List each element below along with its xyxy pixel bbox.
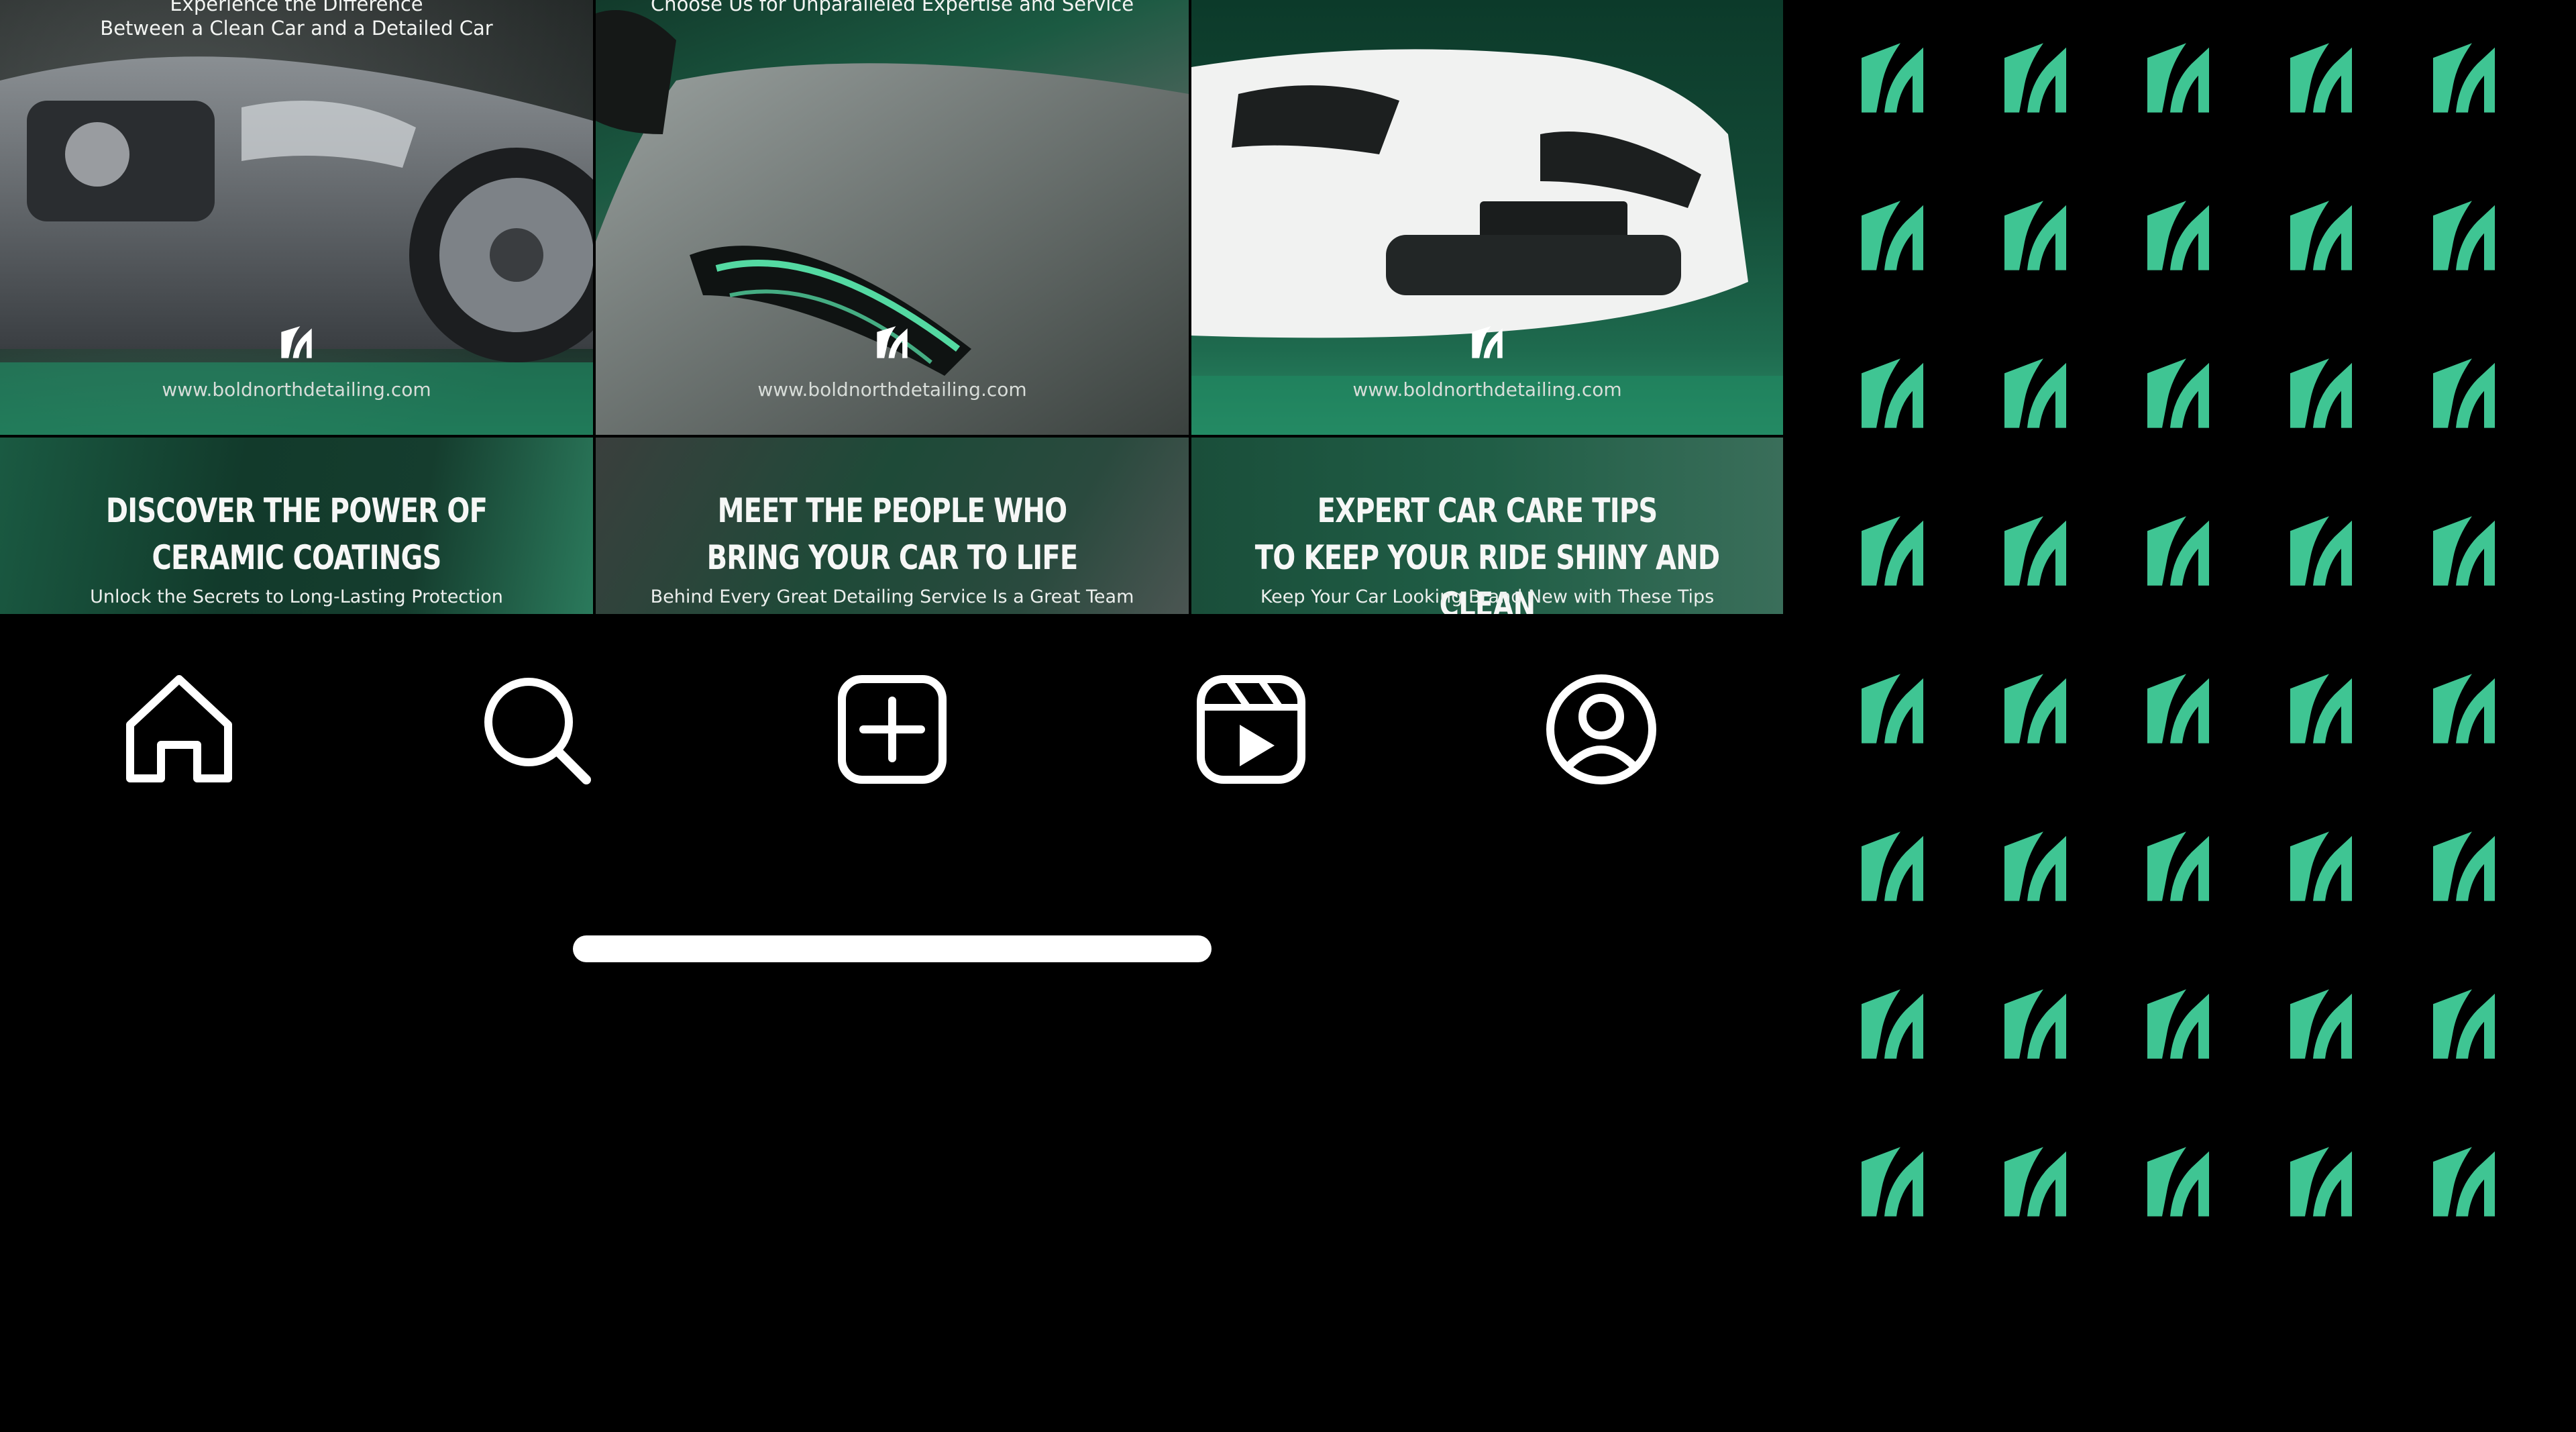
- bold-north-logo-icon: [2147, 1147, 2209, 1217]
- bold-north-logo-icon: [1472, 326, 1503, 358]
- bold-north-logo-icon: [2433, 516, 2495, 586]
- post-tile-4[interactable]: DISCOVER THE POWER OF CERAMIC COATINGS U…: [0, 438, 593, 614]
- bold-north-logo-icon: [2433, 43, 2495, 113]
- post-tile-2[interactable]: Choose Us for Unparalleled Expertise and…: [596, 0, 1189, 435]
- bold-north-logo-icon: [2290, 674, 2352, 744]
- bold-north-logo-icon: [1862, 358, 1923, 428]
- instagram-profile-screen: Experience the Difference Between a Clea…: [0, 0, 1783, 1432]
- bold-north-logo-icon: [1862, 201, 1923, 270]
- post-title-line1: MEET THE PEOPLE WHO: [717, 491, 1068, 530]
- brand-logo-pattern: [1783, 0, 2576, 1432]
- car-image: [596, 10, 1189, 435]
- bold-north-logo-icon: [1862, 674, 1923, 744]
- post-subtitle: Keep Your Car Looking Brand New with The…: [1260, 586, 1715, 607]
- bold-north-logo-icon: [2147, 516, 2209, 586]
- bold-north-logo-icon: [281, 326, 312, 358]
- bold-north-logo-icon: [2433, 831, 2495, 901]
- post-tile-5[interactable]: MEET THE PEOPLE WHO BRING YOUR CAR TO LI…: [596, 438, 1189, 614]
- bold-north-logo-icon: [2147, 43, 2209, 113]
- bold-north-logo-icon: [2290, 989, 2352, 1059]
- bold-north-logo-icon: [2004, 1147, 2066, 1217]
- search-icon[interactable]: [479, 672, 593, 786]
- post-title-line1: DISCOVER THE POWER OF: [105, 491, 488, 530]
- post-title-line2: CERAMIC COATINGS: [152, 538, 441, 577]
- home-icon[interactable]: [122, 672, 236, 786]
- bold-north-logo-icon: [2433, 989, 2495, 1059]
- bold-north-logo-icon: [2004, 516, 2066, 586]
- bold-north-logo-icon: [1862, 989, 1923, 1059]
- profile-icon[interactable]: [1544, 672, 1658, 786]
- bold-north-logo-icon: [2433, 201, 2495, 270]
- plus-square-icon[interactable]: [835, 672, 949, 786]
- bold-north-logo-icon: [1862, 43, 1923, 113]
- post-url: www.boldnorthdetailing.com: [162, 378, 431, 401]
- bold-north-logo-icon: [2004, 989, 2066, 1059]
- bold-north-logo-icon: [2004, 201, 2066, 270]
- post-top-text-line1: Experience the Difference: [170, 0, 423, 15]
- bold-north-logo-icon: [877, 326, 908, 358]
- bold-north-logo-icon: [2433, 358, 2495, 428]
- post-tile-6[interactable]: EXPERT CAR CARE TIPS TO KEEP YOUR RIDE S…: [1191, 438, 1783, 614]
- bold-north-logo-icon: [2290, 831, 2352, 901]
- post-grid: Experience the Difference Between a Clea…: [0, 0, 1783, 614]
- bold-north-logo-icon: [2290, 516, 2352, 586]
- bold-north-logo-icon: [2004, 831, 2066, 901]
- post-url: www.boldnorthdetailing.com: [757, 378, 1027, 401]
- car-image: [1191, 49, 1783, 435]
- home-indicator[interactable]: [573, 935, 1212, 962]
- bold-north-logo-icon: [2147, 358, 2209, 428]
- reels-icon[interactable]: [1194, 672, 1308, 786]
- post-title-line1: EXPERT CAR CARE TIPS: [1317, 491, 1658, 530]
- bold-north-logo-icon: [2290, 1147, 2352, 1217]
- post-url: www.boldnorthdetailing.com: [1352, 378, 1622, 401]
- bold-north-logo-icon: [2147, 831, 2209, 901]
- post-top-text-line2: Between a Clean Car and a Detailed Car: [100, 17, 493, 40]
- bold-north-logo-icon: [2433, 1147, 2495, 1217]
- bold-north-logo-icon: [2147, 674, 2209, 744]
- post-subtitle: Behind Every Great Detailing Service Is …: [650, 586, 1134, 607]
- car-image: [0, 0, 593, 435]
- bold-north-logo-icon: [2290, 201, 2352, 270]
- bold-north-logo-icon: [2004, 674, 2066, 744]
- bold-north-logo-icon: [2290, 43, 2352, 113]
- bold-north-logo-icon: [2433, 674, 2495, 744]
- post-title-line2: BRING YOUR CAR TO LIFE: [706, 538, 1079, 577]
- bold-north-logo-icon: [2290, 358, 2352, 428]
- bold-north-logo-icon: [1862, 831, 1923, 901]
- post-top-text-line1: Choose Us for Unparalleled Expertise and…: [650, 0, 1134, 15]
- post-subtitle: Unlock the Secrets to Long-Lasting Prote…: [90, 586, 503, 607]
- logo-pattern-canvas: [1862, 43, 2495, 1217]
- bold-north-logo-icon: [2147, 989, 2209, 1059]
- bold-north-logo-icon: [2004, 43, 2066, 113]
- post-tile-3[interactable]: www.boldnorthdetailing.com: [1191, 0, 1783, 435]
- bold-north-logo-icon: [2004, 358, 2066, 428]
- bold-north-logo-icon: [1862, 1147, 1923, 1217]
- bold-north-logo-icon: [2147, 201, 2209, 270]
- bold-north-logo-icon: [1862, 516, 1923, 586]
- post-tile-1[interactable]: Experience the Difference Between a Clea…: [0, 0, 593, 435]
